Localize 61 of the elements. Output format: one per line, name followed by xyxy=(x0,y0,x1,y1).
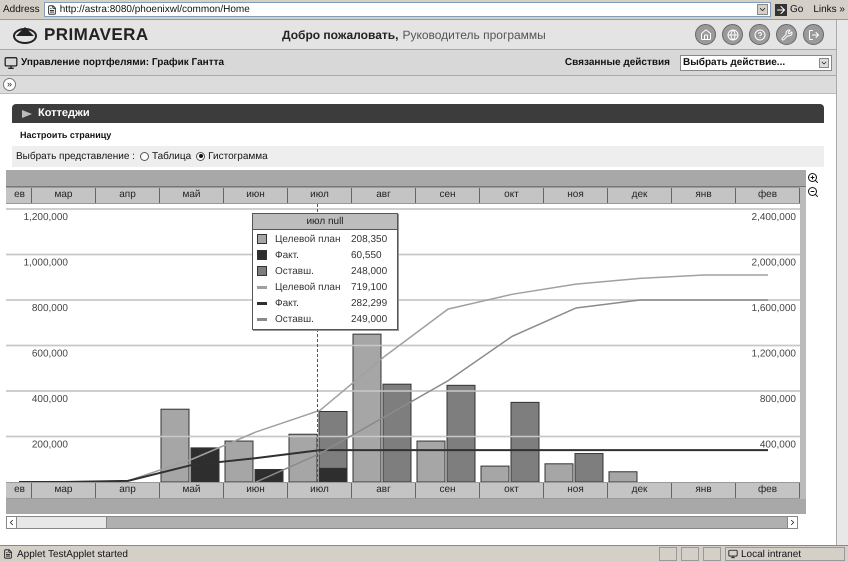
month-label: фев xyxy=(736,482,800,498)
month-label: июн xyxy=(224,188,288,202)
user-name: Руководитель программы xyxy=(402,26,546,44)
month-label: дек xyxy=(608,188,672,202)
legend-label: Факт. xyxy=(275,248,300,262)
panel-title: Коттеджи xyxy=(38,106,90,122)
month-label: ев xyxy=(6,188,32,202)
legend-value: 248,000 xyxy=(351,264,388,278)
axis-label: 200,000 xyxy=(32,439,68,450)
legend-label: Целевой план xyxy=(275,232,342,246)
related-actions-label: Связанные действия xyxy=(564,56,670,70)
month-label: авг xyxy=(352,188,416,202)
legend-label: Факт. xyxy=(275,296,300,310)
legend-value: 282,299 xyxy=(351,296,388,310)
month-label: окт xyxy=(480,188,544,202)
axis-label: 800,000 xyxy=(32,302,68,314)
view-label: Выбрать представление : xyxy=(16,150,135,164)
legend-label: Оставш. xyxy=(275,312,315,326)
month-label: ев xyxy=(6,482,32,498)
month-label: мар xyxy=(32,188,96,202)
zone-label: Local intranet xyxy=(741,548,802,562)
month-label: ноя xyxy=(544,482,608,498)
axis-label: 2,000,000 xyxy=(752,257,796,268)
month-label: мар xyxy=(32,482,96,498)
month-label: апр xyxy=(96,482,160,498)
axis-label: 800,000 xyxy=(760,394,796,404)
legend-value: 208,350 xyxy=(351,232,388,246)
axis-label: 600,000 xyxy=(32,348,68,359)
month-label: май xyxy=(160,188,224,202)
month-label: сен xyxy=(416,482,480,498)
month-label: ноя xyxy=(544,188,608,202)
axis-label: 400,000 xyxy=(760,439,796,450)
month-label: дек xyxy=(608,482,672,498)
month-label: май xyxy=(160,482,224,498)
month-label: авг xyxy=(352,482,416,498)
month-label: сен xyxy=(416,188,480,202)
month-label: июл xyxy=(288,482,352,498)
month-label: фев xyxy=(736,188,800,202)
welcome-text: Добро пожаловать, xyxy=(282,26,398,44)
status-message: Applet TestApplet started xyxy=(17,548,128,562)
page-title: Управление портфелями: График Гантта xyxy=(21,56,224,70)
axis-label: 1,000,000 xyxy=(24,257,68,268)
tooltip-title: июл null xyxy=(253,214,397,230)
axis-label: 1,600,000 xyxy=(752,302,796,314)
legend-value: 719,100 xyxy=(351,280,388,294)
month-label: июн xyxy=(224,482,288,498)
axis-label: 1,200,000 xyxy=(752,348,796,359)
axis-label: 2,400,000 xyxy=(752,212,796,222)
address-label: Address xyxy=(3,3,40,17)
month-label: апр xyxy=(96,188,160,202)
month-label: окт xyxy=(480,482,544,498)
logo-text: PRIMAVERA xyxy=(44,24,149,46)
axis-label: 400,000 xyxy=(32,394,68,404)
month-label: янв xyxy=(672,188,736,202)
legend-value: 60,550 xyxy=(351,248,382,262)
legend-value: 249,000 xyxy=(351,312,388,326)
month-label: янв xyxy=(672,482,736,498)
legend-label: Оставш. xyxy=(275,264,315,278)
month-label: июл xyxy=(288,188,352,202)
axis-label: 1,200,000 xyxy=(24,212,68,222)
legend-label: Целевой план xyxy=(275,280,342,294)
